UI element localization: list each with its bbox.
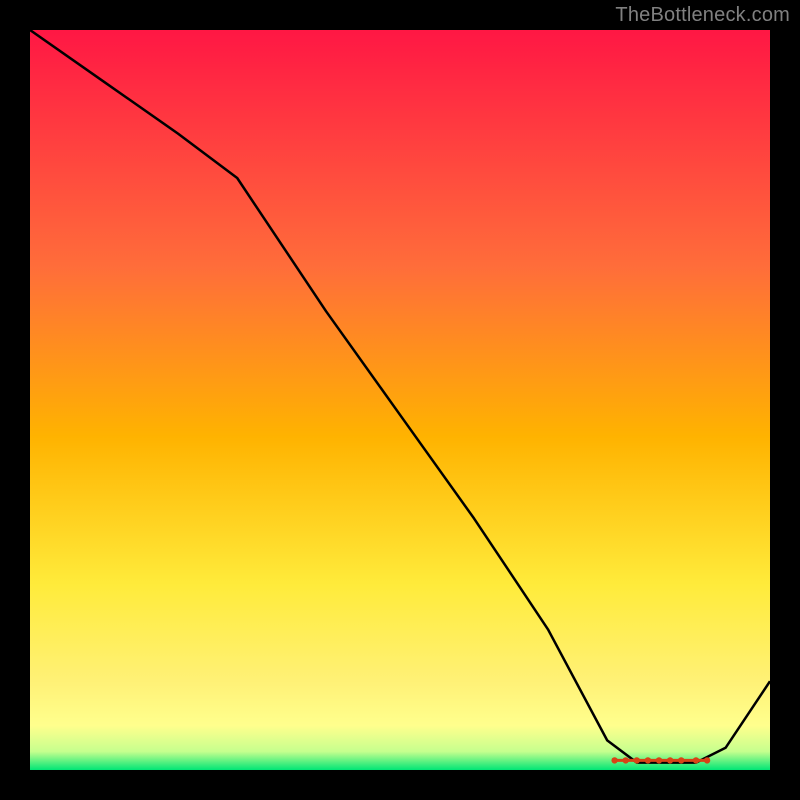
marker-dot: [656, 757, 662, 763]
marker-dot: [645, 757, 651, 763]
marker-dot: [693, 757, 699, 763]
watermark-text: TheBottleneck.com: [615, 4, 790, 27]
marker-dot: [704, 757, 710, 763]
chart-stage: TheBottleneck.com: [0, 0, 800, 800]
marker-dot: [678, 757, 684, 763]
gradient-background: [30, 30, 770, 770]
marker-dot: [611, 757, 617, 763]
plot-area: [30, 30, 770, 770]
marker-dot: [634, 757, 640, 763]
flat-segment-markers: [611, 757, 710, 763]
chart-svg: [30, 30, 770, 770]
marker-dot: [623, 757, 629, 763]
marker-dot: [667, 757, 673, 763]
